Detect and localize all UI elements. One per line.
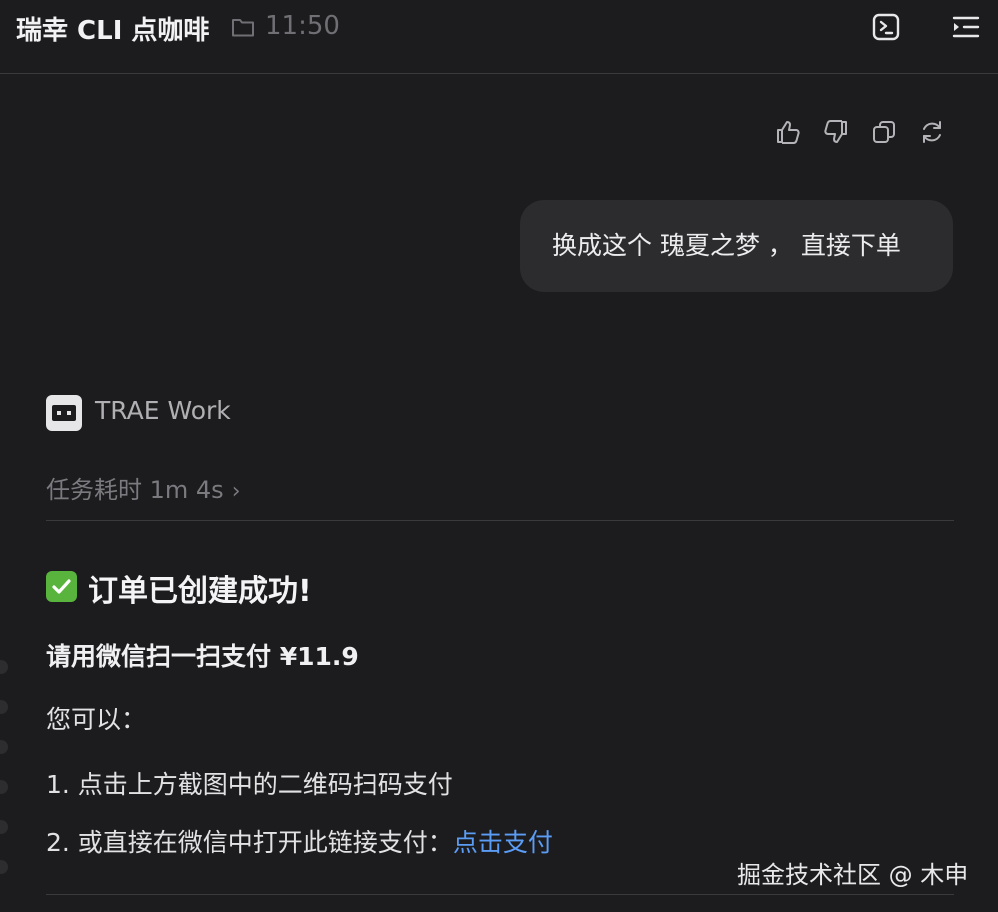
response-heading: 订单已创建成功! [88,574,312,609]
option-1: 1. 点击上方截图中的二维码扫码支付 [46,770,453,799]
task-elapsed-text: 任务耗时 1m 4s [46,476,224,504]
scroll-edge [0,660,8,900]
folder-icon[interactable] [231,16,255,38]
terminal-icon[interactable] [871,12,901,42]
message-actions [774,118,946,146]
trae-logo-icon [46,395,82,431]
page-title: 瑞幸 CLI 点咖啡 [16,16,210,46]
option-2-text: 2. 或直接在微信中打开此链接支付： [46,828,453,857]
user-message-bubble: 换成这个 瑰夏之梦 ， 直接下单 [520,200,953,292]
thumbs-up-icon[interactable] [774,118,802,146]
retry-icon[interactable] [918,118,946,146]
payment-line: 请用微信扫一扫支付 ¥11.9 [46,642,359,671]
sidebar-menu-icon[interactable] [951,12,981,42]
check-mark-icon [46,571,77,602]
pay-link[interactable]: 点击支付 [453,828,553,857]
task-elapsed-toggle[interactable]: 任务耗时 1m 4s › [46,470,241,505]
response-intro: 您可以： [46,705,147,734]
chevron-right-icon: › [231,479,241,504]
agent-name: TRAE Work [95,396,231,425]
watermark: 掘金技术社区 @ 木申 [737,861,969,889]
thumbs-down-icon[interactable] [822,118,850,146]
divider [46,520,954,521]
divider-bottom [46,894,954,895]
copy-icon[interactable] [870,118,898,146]
option-2: 2. 或直接在微信中打开此链接支付：点击支付 [46,823,553,859]
header-time: 11:50 [265,11,340,41]
app-header: 瑞幸 CLI 点咖啡 11:50 [0,0,998,74]
